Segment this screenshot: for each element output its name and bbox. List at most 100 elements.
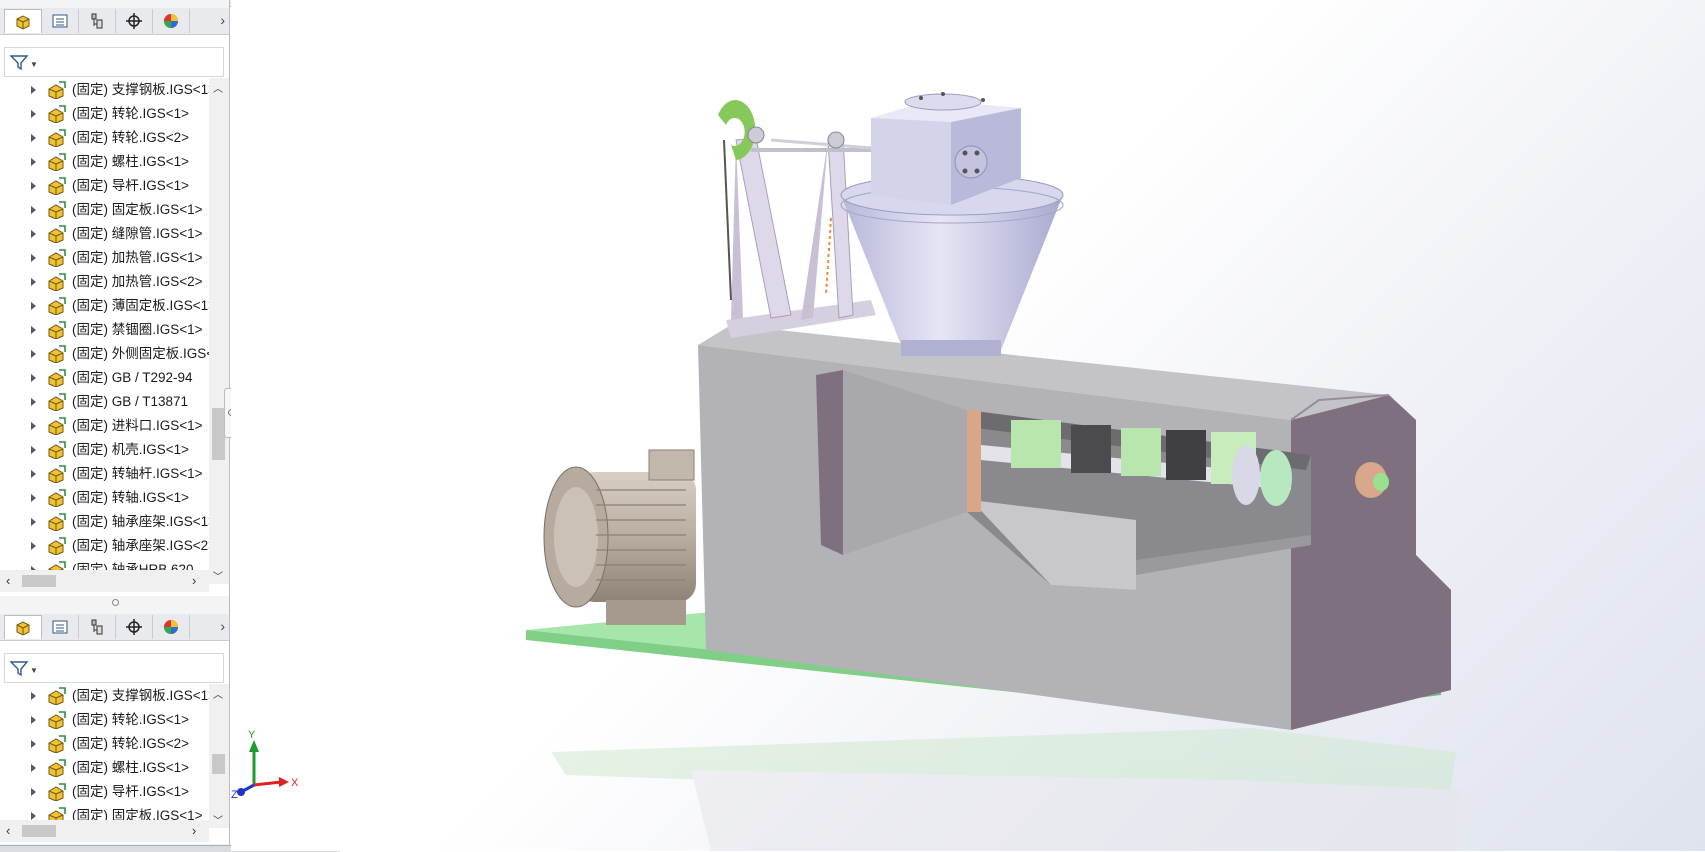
tree-item[interactable]: (固定) 转轮.IGS<2> [0, 732, 209, 756]
tree-item[interactable]: (固定) 转轮.IGS<1> [0, 102, 209, 126]
configuration-manager-tab[interactable] [78, 615, 116, 639]
expand-arrow-icon[interactable] [31, 134, 36, 142]
scroll-down-icon[interactable]: ﹀ [213, 568, 223, 583]
display-manager-tab[interactable] [152, 9, 190, 33]
expand-arrow-icon[interactable] [31, 206, 36, 214]
tree-item[interactable]: (固定) 进料口.IGS<1> [0, 414, 209, 438]
expand-arrow-icon[interactable] [31, 692, 36, 700]
tree-item-label: (固定) 转轴杆.IGS<1> [72, 466, 203, 481]
expand-arrow-icon[interactable] [31, 446, 36, 454]
part-icon [47, 297, 67, 318]
scroll-left-icon[interactable]: ‹ [6, 823, 10, 838]
chevron-right-icon[interactable]: › [220, 12, 225, 28]
tree-item[interactable]: (固定) 导杆.IGS<1> [0, 174, 209, 198]
configuration-manager-tab[interactable] [78, 9, 116, 33]
expand-arrow-icon[interactable] [31, 398, 36, 406]
oil-press-3d-model[interactable]: Y X Z [231, 0, 1705, 851]
tree-item[interactable]: (固定) 导杆.IGS<1> [0, 780, 209, 804]
tree-horizontal-scrollbar[interactable]: ‹ › [0, 570, 209, 592]
expand-arrow-icon[interactable] [31, 422, 36, 430]
expand-arrow-icon[interactable] [31, 326, 36, 334]
expand-arrow-icon[interactable] [31, 470, 36, 478]
expand-arrow-icon[interactable] [31, 302, 36, 310]
tree-vertical-scrollbar[interactable]: ︿ ﹀ [209, 684, 229, 828]
tree-item[interactable]: (固定) 固定板.IGS<1> [0, 198, 209, 222]
tree-item[interactable]: (固定) 薄固定板.IGS<1> [0, 294, 209, 318]
tree-horizontal-scrollbar[interactable]: ‹ › [0, 820, 209, 842]
tree-filter[interactable]: ▼ [4, 47, 224, 77]
scroll-up-icon[interactable]: ︿ [213, 686, 223, 701]
property-manager-tab[interactable] [41, 9, 79, 33]
expand-arrow-icon[interactable] [31, 86, 36, 94]
dimxpert-tab[interactable] [115, 9, 153, 33]
part-icon [47, 345, 67, 366]
scroll-thumb[interactable] [22, 575, 56, 587]
tree-item[interactable]: (固定) 外侧固定板.IGS<1> [0, 342, 209, 366]
feature-manager-tab[interactable] [4, 615, 42, 639]
tree-item[interactable]: (固定) 缝隙管.IGS<1> [0, 222, 209, 246]
part-icon [47, 393, 67, 414]
expand-arrow-icon[interactable] [31, 158, 36, 166]
tree-item[interactable]: (固定) 转轴杆.IGS<1> [0, 462, 209, 486]
tree-vertical-scrollbar[interactable]: ︿ ﹀ [209, 78, 229, 584]
expand-arrow-icon[interactable] [31, 542, 36, 550]
property-manager-tab[interactable] [41, 615, 79, 639]
chevron-right-icon[interactable]: › [220, 618, 225, 634]
configuration-manager-icon [91, 13, 102, 29]
tree-item[interactable]: (固定) 加热管.IGS<1> [0, 246, 209, 270]
part-icon [47, 201, 67, 222]
tree-item-label: (固定) 加热管.IGS<2> [72, 274, 203, 289]
part-icon [47, 537, 67, 558]
tree-item-label: (固定) 禁锢圈.IGS<1> [72, 322, 203, 337]
expand-arrow-icon[interactable] [31, 182, 36, 190]
expand-arrow-icon[interactable] [31, 788, 36, 796]
display-manager-icon [163, 14, 178, 28]
scroll-left-icon[interactable]: ‹ [6, 573, 10, 588]
tree-item[interactable]: (固定) 禁锢圈.IGS<1> [0, 318, 209, 342]
graphics-viewport[interactable]: Y X Z [231, 0, 1705, 851]
tree-item[interactable]: (固定) 轴承座架.IGS<1> [0, 510, 209, 534]
expand-arrow-icon[interactable] [31, 494, 36, 502]
dimxpert-tab[interactable] [115, 615, 153, 639]
chevron-down-icon: ▼ [30, 666, 38, 675]
expand-arrow-icon[interactable] [31, 740, 36, 748]
scroll-up-icon[interactable]: ︿ [213, 80, 223, 95]
tree-filter[interactable]: ▼ [4, 653, 224, 683]
expand-arrow-icon[interactable] [31, 230, 36, 238]
feature-tree-panel-bottom: › ▼ (固定) 支撑钢板.IGS<1> (固定) 转轮.IGS<1> (固定) 转… [0, 614, 229, 844]
expand-arrow-icon[interactable] [31, 716, 36, 724]
tree-item[interactable]: (固定) 轴承座架.IGS<2> [0, 534, 209, 558]
tree-item[interactable]: (固定) 转轴.IGS<1> [0, 486, 209, 510]
scroll-thumb[interactable] [22, 825, 56, 837]
expand-arrow-icon[interactable] [31, 110, 36, 118]
tree-item[interactable]: (固定) 螺柱.IGS<1> [0, 756, 209, 780]
expand-arrow-icon[interactable] [31, 764, 36, 772]
expand-arrow-icon[interactable] [31, 350, 36, 358]
tree-item[interactable]: (固定) 加热管.IGS<2> [0, 270, 209, 294]
display-manager-tab[interactable] [152, 615, 190, 639]
feed-hopper[interactable] [840, 92, 1064, 356]
tree-item-label: (固定) 薄固定板.IGS<1> [72, 298, 209, 313]
tree-item[interactable]: (固定) 支撑钢板.IGS<1> [0, 684, 209, 708]
tree-item[interactable]: (固定) 螺柱.IGS<1> [0, 150, 209, 174]
expand-arrow-icon[interactable] [31, 278, 36, 286]
tree-item[interactable]: (固定) GB / T13871 [0, 390, 209, 414]
panel-tab-bar: › [0, 8, 229, 35]
expand-arrow-icon[interactable] [31, 374, 36, 382]
tree-item[interactable]: (固定) 转轮.IGS<1> [0, 708, 209, 732]
tree-item[interactable]: (固定) 转轮.IGS<2> [0, 126, 209, 150]
scroll-thumb[interactable] [212, 754, 225, 774]
part-icon [47, 711, 67, 732]
scroll-right-icon[interactable]: › [192, 573, 196, 588]
motor[interactable] [543, 449, 696, 625]
feature-manager-tab[interactable] [4, 9, 42, 33]
tree-item[interactable]: (固定) 机壳.IGS<1> [0, 438, 209, 462]
expand-arrow-icon[interactable] [31, 518, 36, 526]
splitter-handle[interactable] [112, 599, 119, 606]
expand-arrow-icon[interactable] [31, 254, 36, 262]
expand-arrow-icon[interactable] [31, 812, 36, 820]
scroll-right-icon[interactable]: › [192, 823, 196, 838]
tree-item[interactable]: (固定) GB / T292-94 [0, 366, 209, 390]
tree-item[interactable]: (固定) 支撑钢板.IGS<1> [0, 78, 209, 102]
scroll-down-icon[interactable]: ﹀ [213, 812, 223, 827]
